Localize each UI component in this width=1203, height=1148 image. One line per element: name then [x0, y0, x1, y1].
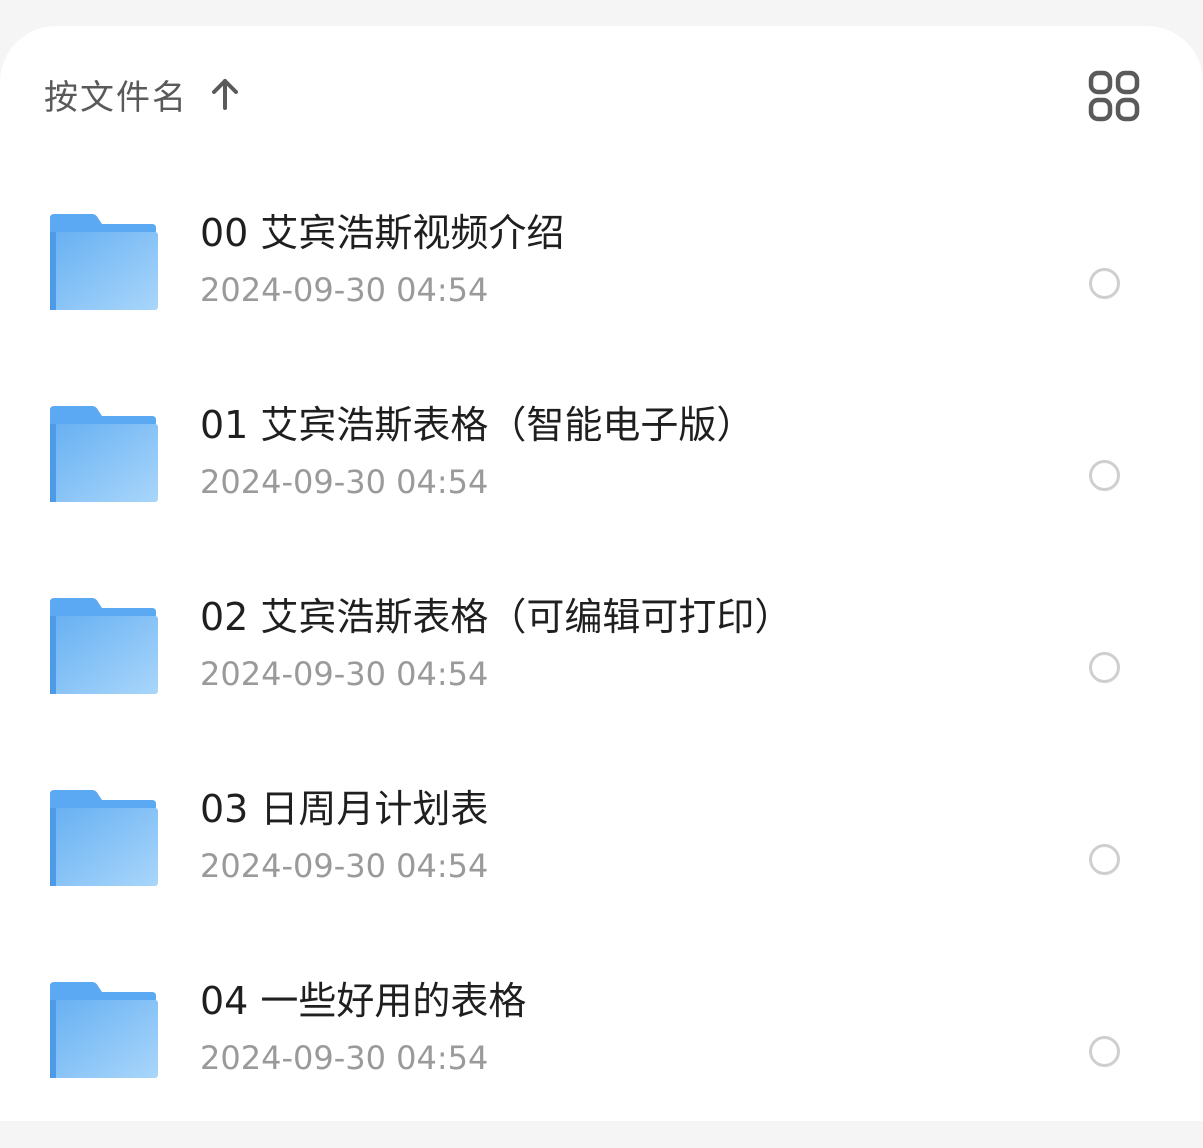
- file-name: 00 艾宾浩斯视频介绍: [200, 211, 565, 255]
- select-checkbox[interactable]: [1089, 652, 1120, 683]
- list-item[interactable]: 00 艾宾浩斯视频介绍 2024-09-30 04:54: [0, 188, 1203, 380]
- folder-icon: [50, 214, 158, 310]
- folder-icon: [50, 406, 158, 502]
- file-name: 01 艾宾浩斯表格（智能电子版）: [200, 403, 755, 447]
- file-date: 2024-09-30 04:54: [200, 655, 489, 693]
- sort-control[interactable]: 按文件名: [44, 70, 242, 118]
- select-checkbox[interactable]: [1089, 268, 1120, 299]
- folder-icon: [50, 982, 158, 1078]
- file-date: 2024-09-30 04:54: [200, 271, 489, 309]
- file-date: 2024-09-30 04:54: [200, 1039, 489, 1077]
- file-date: 2024-09-30 04:54: [200, 847, 489, 885]
- grid-view-icon[interactable]: [1088, 70, 1140, 122]
- select-checkbox[interactable]: [1089, 844, 1120, 875]
- file-browser-sheet: 按文件名 00 艾宾浩斯视频介绍 2024-09-30 04:54 01 艾宾浩…: [0, 26, 1203, 1121]
- folder-icon: [50, 790, 158, 886]
- list-item[interactable]: 04 一些好用的表格 2024-09-30 04:54: [0, 956, 1203, 1148]
- select-checkbox[interactable]: [1089, 460, 1120, 491]
- file-date: 2024-09-30 04:54: [200, 463, 489, 501]
- file-name: 04 一些好用的表格: [200, 979, 527, 1023]
- folder-icon: [50, 598, 158, 694]
- list-item[interactable]: 01 艾宾浩斯表格（智能电子版） 2024-09-30 04:54: [0, 380, 1203, 572]
- select-checkbox[interactable]: [1089, 1036, 1120, 1067]
- file-name: 03 日周月计划表: [200, 787, 489, 831]
- file-name: 02 艾宾浩斯表格（可编辑可打印）: [200, 595, 793, 639]
- sort-label: 按文件名: [44, 77, 188, 118]
- list-item[interactable]: 03 日周月计划表 2024-09-30 04:54: [0, 764, 1203, 956]
- file-list: 00 艾宾浩斯视频介绍 2024-09-30 04:54 01 艾宾浩斯表格（智…: [0, 188, 1203, 1148]
- arrow-up-icon: [212, 79, 238, 110]
- list-item[interactable]: 02 艾宾浩斯表格（可编辑可打印） 2024-09-30 04:54: [0, 572, 1203, 764]
